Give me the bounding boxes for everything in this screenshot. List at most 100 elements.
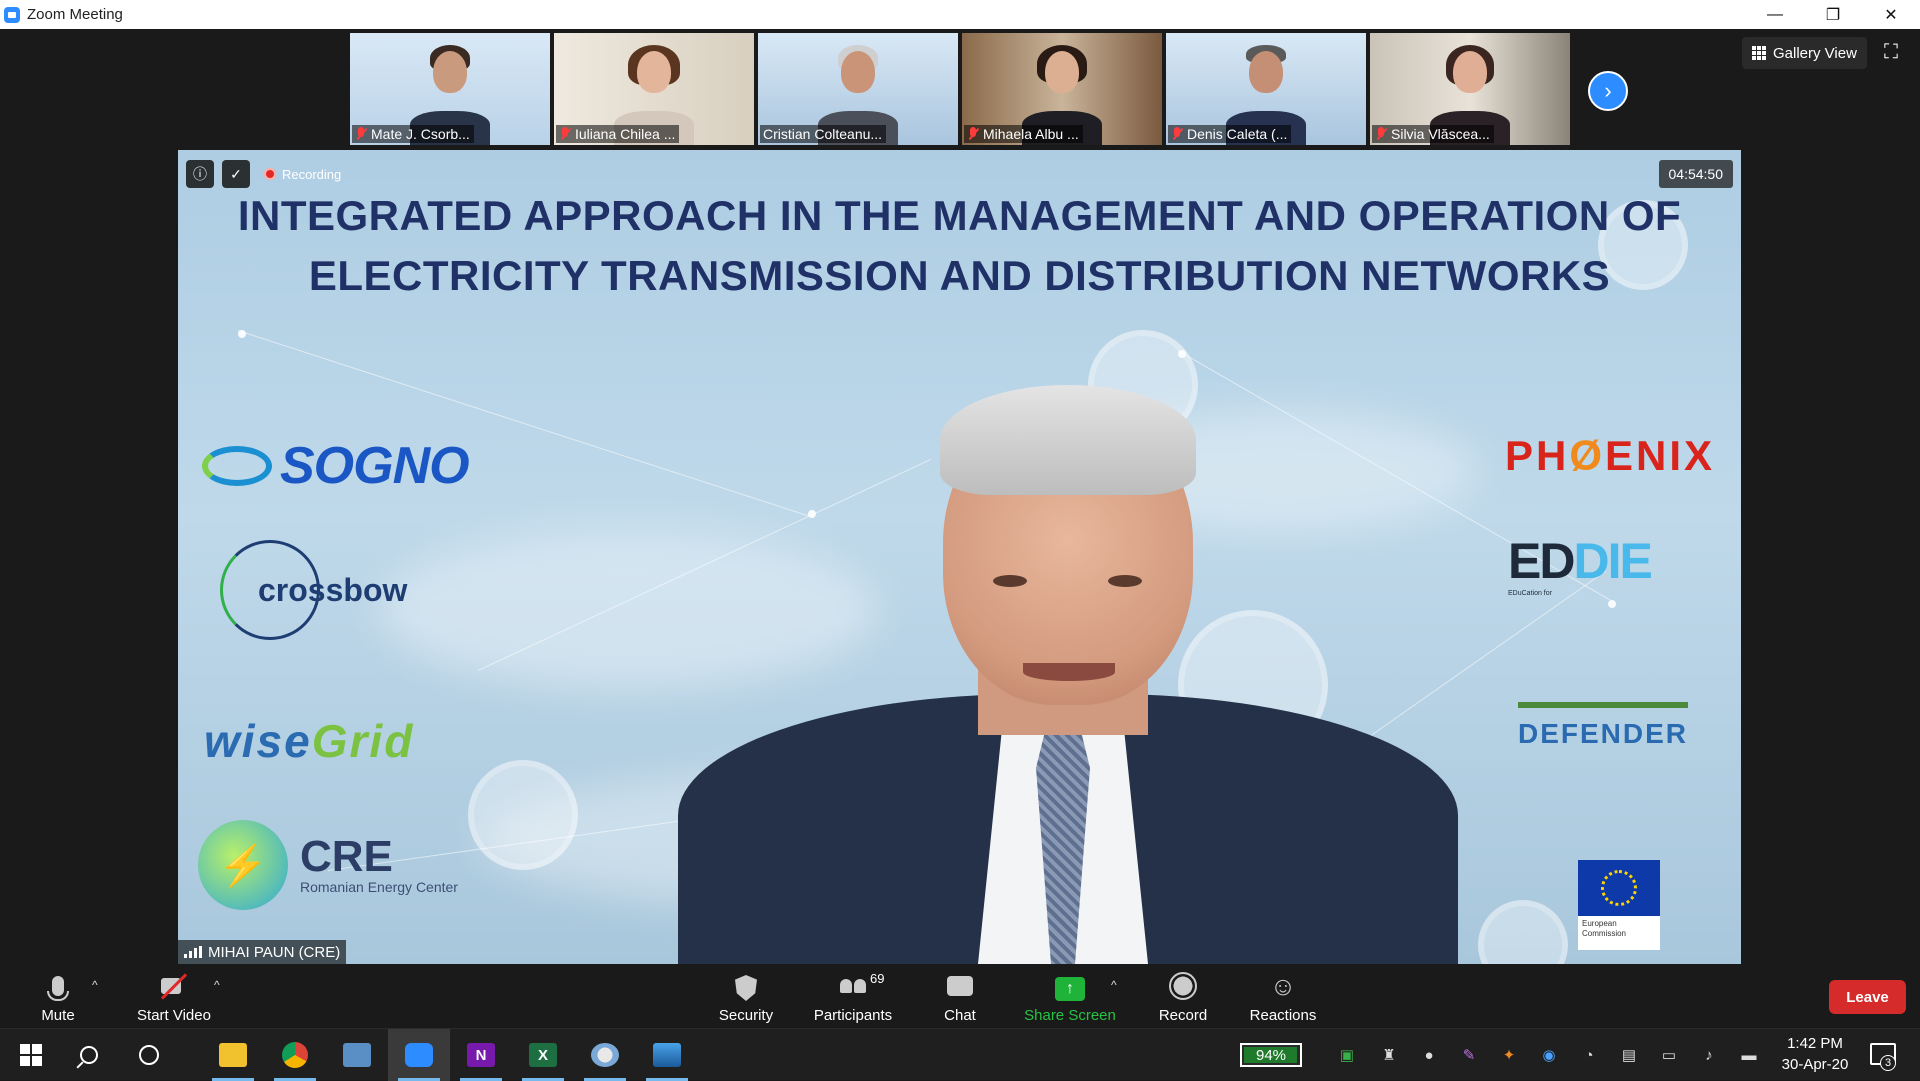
windows-taskbar: N X 94% ▣ ♜ ● ✎ ✦ ◉ ◔ ▤ ▭ ♪ ▬ 1:42 PM 30… (0, 1028, 1920, 1081)
participants-label: Participants (813, 1007, 893, 1024)
wisegrid-text-a: wise (204, 715, 312, 767)
system-clock[interactable]: 1:42 PM 30-Apr-20 (1770, 1033, 1860, 1075)
window-controls: — ❐ ✕ (1746, 0, 1920, 29)
tray-usb-icon[interactable]: ♜ (1378, 1044, 1400, 1066)
participant-face (1453, 51, 1487, 93)
participant-nameplate: Mate J. Csorb... (352, 125, 474, 143)
wifi-icon[interactable]: ◔ (1578, 1044, 1600, 1066)
zoom-app-icon (4, 6, 20, 23)
info-icon[interactable]: ⓘ (186, 160, 214, 188)
taskbar-zoom[interactable] (388, 1029, 450, 1081)
participant-name: Iuliana Chilea ... (575, 126, 676, 142)
tray-mic-icon[interactable]: ● (1418, 1044, 1440, 1066)
encryption-shield-icon[interactable]: ✓ (222, 160, 250, 188)
security-button[interactable]: Security (716, 964, 776, 1028)
tray-zoom-icon[interactable]: ◉ (1538, 1044, 1560, 1066)
defender-logo: DEFENDER (1518, 702, 1689, 750)
video-camera-off-icon (159, 971, 189, 1001)
reactions-button[interactable]: Reactions (1248, 964, 1318, 1028)
battery-meter[interactable]: 94% (1240, 1043, 1302, 1067)
phoenix-text-a: PH (1505, 432, 1570, 479)
wisegrid-text-b: Grid (311, 715, 415, 767)
tray-onenote-icon[interactable]: ✎ (1458, 1044, 1480, 1066)
start-video-button[interactable]: Start Video (134, 964, 214, 1028)
signal-bars-icon (184, 946, 202, 958)
clock-time: 1:42 PM (1787, 1035, 1843, 1052)
share-screen-button[interactable]: ↑ Share Screen (1024, 964, 1116, 1028)
phoenix-logo: PHØENIX (1505, 432, 1715, 480)
participant-tile[interactable]: Mate J. Csorb... (350, 33, 550, 145)
taskbar-remote-desktop[interactable] (326, 1029, 388, 1081)
participant-nameplate: Iuliana Chilea ... (556, 125, 680, 143)
search-button[interactable] (58, 1029, 120, 1081)
grid-icon (1752, 46, 1766, 60)
share-options-caret-icon[interactable]: ^ (1111, 978, 1117, 992)
windows-logo-icon (20, 1044, 42, 1066)
taskbar-onenote[interactable]: N (450, 1029, 512, 1081)
fullscreen-icon[interactable]: ⛶ (1880, 42, 1902, 65)
tray-app2-icon[interactable]: ✦ (1498, 1044, 1520, 1066)
speaker-eye (993, 575, 1027, 587)
water-tower-icon (1478, 900, 1568, 964)
leave-button[interactable]: Leave (1829, 980, 1906, 1014)
close-button[interactable]: ✕ (1862, 0, 1920, 29)
participant-face (1045, 51, 1079, 93)
onenote-icon: N (467, 1043, 495, 1067)
mute-button[interactable]: Mute (34, 964, 82, 1028)
paint-icon (591, 1043, 619, 1067)
eddie-subtitle: EDuCation for (1508, 590, 1552, 597)
volume-icon[interactable]: ♪ (1698, 1044, 1720, 1066)
participant-tile[interactable]: Cristian Colteanu... (758, 33, 958, 145)
defender-text: DEFENDER (1518, 718, 1689, 749)
cortana-button[interactable] (118, 1029, 180, 1081)
speaker-name: MIHAI PAUN (CRE) (208, 943, 341, 961)
lightning-icon: ⚡ (198, 820, 288, 910)
participant-tile[interactable]: Mihaela Albu ... (962, 33, 1162, 145)
participants-button[interactable]: 69 Participants (810, 964, 896, 1028)
record-button[interactable]: Record (1156, 964, 1210, 1028)
chat-button[interactable]: Chat (935, 964, 985, 1028)
participant-name: Silvia Vlăscea... (1391, 126, 1490, 142)
gallery-view-button[interactable]: Gallery View (1742, 37, 1867, 69)
restore-button[interactable]: ❐ (1804, 0, 1862, 29)
participant-tile[interactable]: Iuliana Chilea ... (554, 33, 754, 145)
eu-stars (1601, 870, 1637, 906)
chat-bubble-icon (945, 971, 975, 1001)
taskbar-excel[interactable]: X (512, 1029, 574, 1081)
participant-tile[interactable]: Denis Caleta (... (1166, 33, 1366, 145)
crossbow-logo: crossbow (220, 540, 407, 640)
sogno-logo: SOGNO (202, 436, 470, 496)
european-commission-logo: European Commission (1578, 860, 1660, 950)
participant-nameplate: Silvia Vlăscea... (1372, 125, 1494, 143)
taskbar-chrome[interactable] (264, 1029, 326, 1081)
ec-caption: European Commission (1582, 919, 1627, 938)
speaker-hair (940, 385, 1196, 495)
mute-label: Mute (41, 1007, 75, 1024)
participant-name: Denis Caleta (... (1187, 126, 1288, 142)
participant-tile[interactable]: Silvia Vlăscea... (1370, 33, 1570, 145)
power-icon[interactable]: ▬ (1738, 1044, 1760, 1066)
minimize-button[interactable]: — (1746, 0, 1804, 29)
remote-desktop-icon (343, 1043, 371, 1067)
tray-device-icon[interactable]: ▤ (1618, 1044, 1640, 1066)
reactions-label: Reactions (1249, 1007, 1317, 1024)
security-label: Security (718, 1007, 774, 1024)
video-options-caret-icon[interactable]: ^ (214, 978, 220, 992)
tray-monitor-icon[interactable]: ▭ (1658, 1044, 1680, 1066)
start-button[interactable] (0, 1029, 62, 1081)
participant-nameplate: Mihaela Albu ... (964, 125, 1083, 143)
photos-icon (653, 1043, 681, 1067)
speaker-figure (678, 345, 1458, 964)
muted-mic-icon (967, 127, 979, 141)
gallery-strip: Mate J. Csorb... Iuliana Chilea ... Cris… (350, 33, 1570, 145)
taskbar-file-explorer[interactable] (202, 1029, 264, 1081)
video-topbar: ⓘ ✓ Recording (186, 160, 347, 188)
taskbar-photos[interactable] (636, 1029, 698, 1081)
next-page-arrow-icon[interactable]: › (1588, 71, 1628, 111)
sogno-swirl-icon (202, 446, 272, 486)
cre-logo: ⚡ CRE Romanian Energy Center (198, 820, 458, 910)
audio-options-caret-icon[interactable]: ^ (92, 978, 98, 992)
excel-icon: X (529, 1043, 557, 1067)
tray-app-icon[interactable]: ▣ (1336, 1044, 1358, 1066)
taskbar-paint[interactable] (574, 1029, 636, 1081)
